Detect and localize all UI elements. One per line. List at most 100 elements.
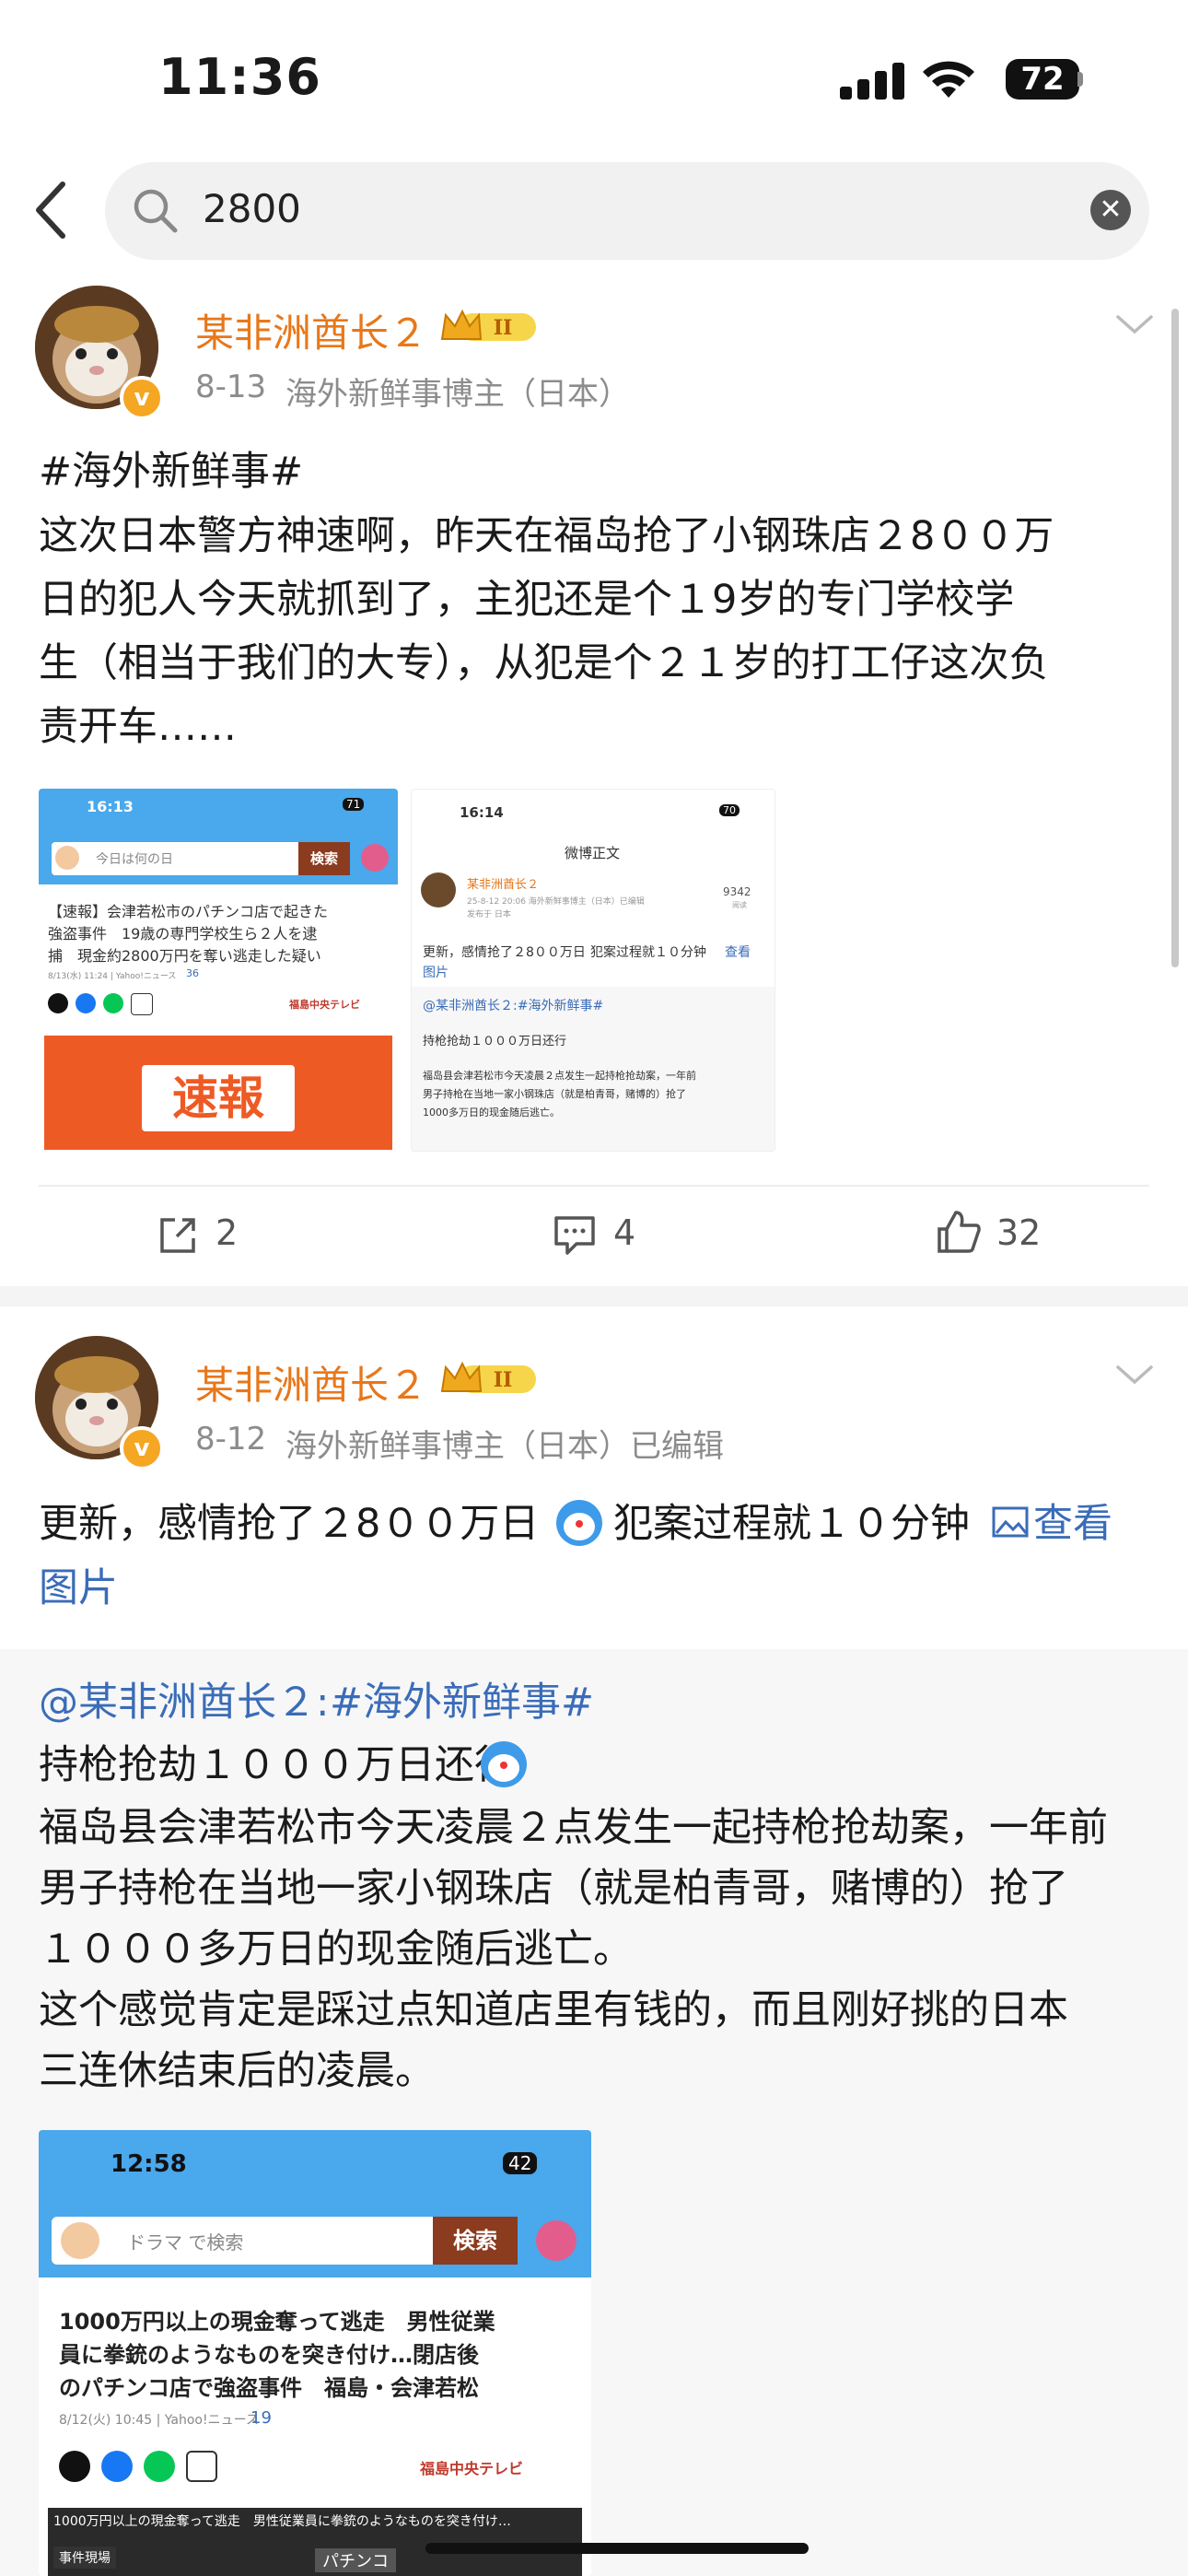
font-size-icon [186,2451,217,2482]
image-read-count: 9342 [723,885,751,898]
image-channel: 福島中央テレビ [289,999,360,1011]
quoted-hashtag[interactable]: #海外新鲜事# [330,1671,594,1735]
image-comment-count: 36 [186,967,199,979]
image-search-button: 検索 [298,842,350,875]
facebook-share-icon [101,2451,133,2482]
like-icon[interactable] [936,1209,982,1255]
post-text: 更新，感情抢了２8００万日 [39,1501,540,1547]
app-icon [536,2220,577,2261]
svg-text:II: II [494,1368,513,1392]
crown-level-icon: II [440,309,536,341]
image-search-placeholder: ドラマ で検索 [127,2231,244,2254]
quoted-mention[interactable]: @某非洲酋长２: [39,1671,330,1735]
image-meta: 8/12(火) 10:45 | Yahoo!ニュース [59,2413,259,2428]
chevron-down-icon[interactable] [1114,1362,1155,1388]
image-headline: 員に拳銃のようなものを突き付け…閉店後 [59,2342,479,2368]
x-share-icon [48,993,68,1013]
line-share-icon [103,993,123,1013]
repost-count[interactable]: 2 [215,1212,238,1253]
post-hashtag[interactable]: #海外新鲜事# [39,440,303,504]
image-headline: のパチンコ店で強盗事件 福島・会津若松 [59,2375,479,2401]
like-count[interactable]: 32 [996,1212,1041,1253]
scrollbar[interactable] [1171,309,1179,967]
image-quote-line: 持枪抢劫１０００万日还行 [423,1035,567,1048]
battery-indicator: 72 [1006,59,1079,100]
image-time: 12:58 [111,2150,187,2178]
post-date: 8-12 [195,1421,267,1458]
image-channel: 福島中央テレビ [420,2460,524,2477]
post-source: 海外新鲜事博主（日本） [285,376,630,413]
line-share-icon [144,2451,175,2482]
post-text-line: 责开车…… [39,704,237,750]
quoted-image-yahoo-news[interactable]: 12:58 42 ドラマ で検索 検索 1000万円以上の現金奪って逃走 男性従… [39,2130,591,2576]
author-name[interactable]: 某非洲酋长２ [195,1354,427,1411]
app-icon [361,844,389,872]
quoted-text-line: 男子持枪在当地一家小钢珠店（就是柏青哥，赌博的）抢了 [39,1866,1068,1912]
svg-text:II: II [494,316,513,340]
cellular-signal-icon [840,63,906,100]
image-comment-count: 19 [250,2408,272,2428]
image-battery: 42 [503,2152,538,2174]
image-meta: 8/13(水) 11:24 | Yahoo!ニュース [48,972,177,981]
breaking-news-label: 速報 [142,1065,295,1131]
image-time: 16:13 [87,798,134,815]
repost-icon[interactable] [157,1214,199,1257]
image-link: 查看 [725,945,751,960]
post-image-weibo[interactable]: 16:14 70 微博正文 某非洲酋长２ 25-8-12 20:06 海外新鲜事… [411,789,775,1152]
divider [39,1185,1149,1187]
search-input[interactable]: 2800 [203,186,301,231]
post-source: 海外新鲜事博主（日本）已编辑 [285,1428,724,1465]
image-read-label: 阅读 [732,901,747,909]
image-link-icon[interactable] [991,1505,1030,1539]
comment-count[interactable]: 4 [613,1212,635,1253]
post-separator [0,1286,1188,1306]
image-headline: 【速報】会津若松市のパチンコ店で起きた [48,903,329,920]
image-link: 图片 [423,966,448,980]
image-headline: 強盗事件 19歳の専門学校生ら２人を逮 [48,925,318,943]
quoted-text-line: １０００多万日的现金随后逃亡。 [39,1926,633,1973]
hamster-icon [55,846,79,870]
image-author: 某非洲酋长２ [467,878,540,892]
chevron-down-icon[interactable] [1114,311,1155,337]
video-sign: パチンコ [315,2548,396,2572]
author-name[interactable]: 某非洲酋长２ [195,302,427,358]
image-title: 微博正文 [565,845,621,861]
view-image-link[interactable]: 图片 [39,1557,118,1621]
search-icon [134,189,178,233]
comment-icon[interactable] [553,1214,597,1257]
post-text-line: 这次日本警方神速啊，昨天在福岛抢了小钢珠店２8００万 [39,513,1054,559]
back-arrow-icon[interactable] [33,181,70,240]
image-quote-line: 1000多万日的现金随后逃亡。 [423,1107,560,1118]
image-search-placeholder: 今日は何の日 [96,852,173,867]
battery-cap [1077,72,1083,87]
font-size-icon [131,993,153,1015]
image-meta: 发布于 日本 [467,910,511,919]
crown-level-icon: II [440,1361,536,1393]
video-caption: 1000万円以上の現金奪って逃走 男性従業員に拳銃のようなものを突き付け… [53,2514,511,2529]
image-quote-line: 男子持枪在当地一家小钢珠店（就是柏青哥，赌博的）抢了 [423,1088,686,1100]
doraemon-emoji-icon [481,1741,527,1787]
post-text-line: 日的犯人今天就抓到了，主犯还是个１9岁的专门学校学 [39,577,1015,623]
image-battery: 71 [343,798,365,811]
image-battery: 70 [719,804,740,816]
image-text: 犯案过程就１０分钟 [590,945,706,960]
hamster-icon [61,2222,99,2259]
facebook-share-icon [76,993,96,1013]
image-quote-line: 福岛县会津若松市今天凌晨２点发生一起持枪抢劫案，一年前 [423,1070,696,1082]
verified-badge-icon: v [120,376,164,420]
quoted-text-line: 三连休结束后的凌晨。 [39,2048,435,2094]
post-text-line: 生（相当于我们的大专），从犯是个２１岁的打工仔这次负 [39,640,1049,686]
quoted-text-line: 这个感觉肯定是踩过点知道店里有钱的，而且刚好挑的日本 [39,1987,1068,2033]
image-search-button: 検索 [433,2217,518,2265]
image-headline: 捕 現金約2800万円を奪い逃走した疑い [48,947,321,965]
clear-search-icon[interactable]: ✕ [1090,190,1131,230]
image-meta: 25-8-12 20:06 海外新鲜事博主（日本）已编辑 [467,897,645,907]
post-date: 8-13 [195,369,267,405]
video-label: 事件現場 [53,2547,116,2569]
post-text: 犯案过程就１０分钟 [613,1501,970,1547]
wifi-icon [923,61,974,98]
x-share-icon [59,2451,90,2482]
home-indicator[interactable] [425,2543,809,2554]
view-image-link[interactable]: 查看 [1033,1493,1112,1556]
post-image-yahoo-news[interactable]: 16:13 71 今日は何の日 検索 【速報】会津若松市のパチンコ店で起きた 強… [39,789,398,1150]
